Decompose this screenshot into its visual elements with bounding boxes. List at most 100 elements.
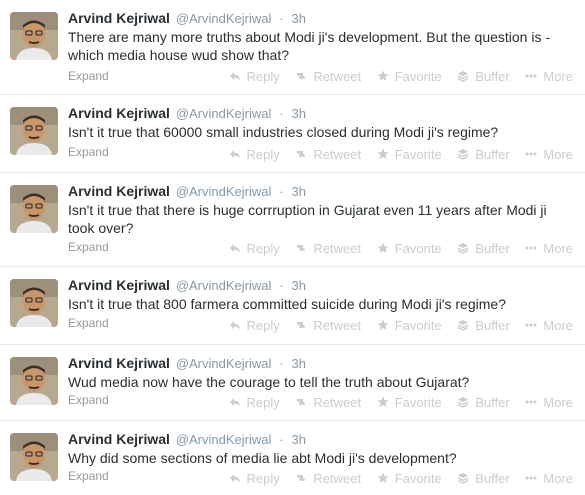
favorite-label: Favorite	[394, 147, 442, 162]
avatar[interactable]	[10, 107, 58, 155]
more-action[interactable]: More	[525, 69, 573, 84]
avatar[interactable]	[10, 433, 58, 481]
reply-icon	[229, 319, 241, 331]
tweet-timestamp[interactable]: 3h	[292, 278, 306, 293]
tweet[interactable]: Arvind Kejriwal @ArvindKejriwal · 3h Isn…	[0, 267, 585, 345]
more-icon	[525, 319, 537, 331]
buffer-action[interactable]: Buffer	[457, 69, 510, 84]
tweet-timestamp[interactable]: 3h	[292, 432, 306, 447]
favorite-action[interactable]: Favorite	[377, 147, 442, 162]
buffer-label: Buffer	[475, 471, 510, 486]
tweet[interactable]: Arvind Kejriwal @ArvindKejriwal · 3h Isn…	[0, 95, 585, 173]
more-icon	[525, 148, 537, 160]
retweet-action[interactable]: Retweet	[295, 241, 361, 256]
tweet-fullname[interactable]: Arvind Kejriwal	[68, 431, 170, 447]
tweet-username[interactable]: @ArvindKejriwal	[176, 106, 272, 121]
expand-link[interactable]: Expand	[68, 469, 109, 483]
retweet-icon	[295, 396, 307, 408]
favorite-action[interactable]: Favorite	[377, 318, 442, 333]
tweet-fullname[interactable]: Arvind Kejriwal	[68, 183, 170, 199]
expand-link[interactable]: Expand	[68, 393, 109, 407]
favorite-action[interactable]: Favorite	[377, 69, 442, 84]
favorite-label: Favorite	[394, 395, 442, 410]
buffer-icon	[457, 148, 469, 160]
buffer-action[interactable]: Buffer	[457, 241, 510, 256]
retweet-action[interactable]: Retweet	[295, 69, 361, 84]
reply-action[interactable]: Reply	[229, 471, 280, 486]
avatar[interactable]	[10, 279, 58, 327]
tweet-username[interactable]: @ArvindKejriwal	[176, 184, 272, 199]
tweet-username[interactable]: @ArvindKejriwal	[176, 432, 272, 447]
tweet-fullname[interactable]: Arvind Kejriwal	[68, 355, 170, 371]
reply-label: Reply	[246, 241, 280, 256]
more-action[interactable]: More	[525, 318, 573, 333]
separator-dot: ·	[279, 432, 284, 447]
buffer-action[interactable]: Buffer	[457, 395, 510, 410]
favorite-label: Favorite	[394, 241, 442, 256]
more-action[interactable]: More	[525, 471, 573, 486]
tweet[interactable]: Arvind Kejriwal @ArvindKejriwal · 3h Isn…	[0, 173, 585, 267]
star-icon	[377, 242, 389, 254]
more-label: More	[543, 69, 573, 84]
tweet[interactable]: Arvind Kejriwal @ArvindKejriwal · 3h Wud…	[0, 345, 585, 421]
reply-label: Reply	[246, 147, 280, 162]
tweet-fullname[interactable]: Arvind Kejriwal	[68, 105, 170, 121]
buffer-action[interactable]: Buffer	[457, 471, 510, 486]
retweet-action[interactable]: Retweet	[295, 147, 361, 162]
separator-dot: ·	[279, 184, 284, 199]
buffer-action[interactable]: Buffer	[457, 318, 510, 333]
retweet-action[interactable]: Retweet	[295, 471, 361, 486]
tweet-username[interactable]: @ArvindKejriwal	[176, 11, 272, 26]
avatar[interactable]	[10, 185, 58, 233]
tweet-text: Why did some sections of media lie abt M…	[68, 450, 457, 466]
retweet-icon	[295, 319, 307, 331]
buffer-label: Buffer	[475, 69, 510, 84]
retweet-icon	[295, 70, 307, 82]
expand-link[interactable]: Expand	[68, 145, 109, 159]
retweet-action[interactable]: Retweet	[295, 395, 361, 410]
buffer-icon	[457, 396, 469, 408]
buffer-action[interactable]: Buffer	[457, 147, 510, 162]
separator-dot: ·	[279, 356, 284, 371]
tweet[interactable]: Arvind Kejriwal @ArvindKejriwal · 3h Why…	[0, 421, 585, 495]
more-action[interactable]: More	[525, 241, 573, 256]
tweet-timeline: Arvind Kejriwal @ArvindKejriwal · 3h The…	[0, 0, 585, 495]
expand-link[interactable]: Expand	[68, 240, 109, 254]
favorite-action[interactable]: Favorite	[377, 395, 442, 410]
tweet-timestamp[interactable]: 3h	[292, 11, 306, 26]
tweet-timestamp[interactable]: 3h	[292, 356, 306, 371]
retweet-icon	[295, 148, 307, 160]
favorite-action[interactable]: Favorite	[377, 471, 442, 486]
tweet-username[interactable]: @ArvindKejriwal	[176, 356, 272, 371]
reply-action[interactable]: Reply	[229, 241, 280, 256]
reply-action[interactable]: Reply	[229, 318, 280, 333]
more-icon	[525, 396, 537, 408]
avatar[interactable]	[10, 12, 58, 60]
favorite-action[interactable]: Favorite	[377, 241, 442, 256]
buffer-icon	[457, 242, 469, 254]
expand-link[interactable]: Expand	[68, 69, 109, 83]
reply-action[interactable]: Reply	[229, 395, 280, 410]
tweet-fullname[interactable]: Arvind Kejriwal	[68, 10, 170, 26]
reply-action[interactable]: Reply	[229, 147, 280, 162]
star-icon	[377, 148, 389, 160]
tweet-fullname[interactable]: Arvind Kejriwal	[68, 277, 170, 293]
avatar[interactable]	[10, 357, 58, 405]
retweet-label: Retweet	[313, 147, 362, 162]
retweet-action[interactable]: Retweet	[295, 318, 361, 333]
buffer-label: Buffer	[475, 147, 510, 162]
star-icon	[377, 319, 389, 331]
retweet-icon	[295, 242, 307, 254]
tweet-timestamp[interactable]: 3h	[292, 184, 306, 199]
tweet-timestamp[interactable]: 3h	[292, 106, 306, 121]
more-action[interactable]: More	[525, 147, 573, 162]
favorite-label: Favorite	[394, 318, 442, 333]
separator-dot: ·	[279, 106, 284, 121]
reply-icon	[229, 396, 241, 408]
tweet[interactable]: Arvind Kejriwal @ArvindKejriwal · 3h The…	[0, 0, 585, 95]
more-action[interactable]: More	[525, 395, 573, 410]
reply-label: Reply	[246, 471, 280, 486]
tweet-username[interactable]: @ArvindKejriwal	[176, 278, 272, 293]
reply-action[interactable]: Reply	[229, 69, 280, 84]
expand-link[interactable]: Expand	[68, 316, 109, 330]
